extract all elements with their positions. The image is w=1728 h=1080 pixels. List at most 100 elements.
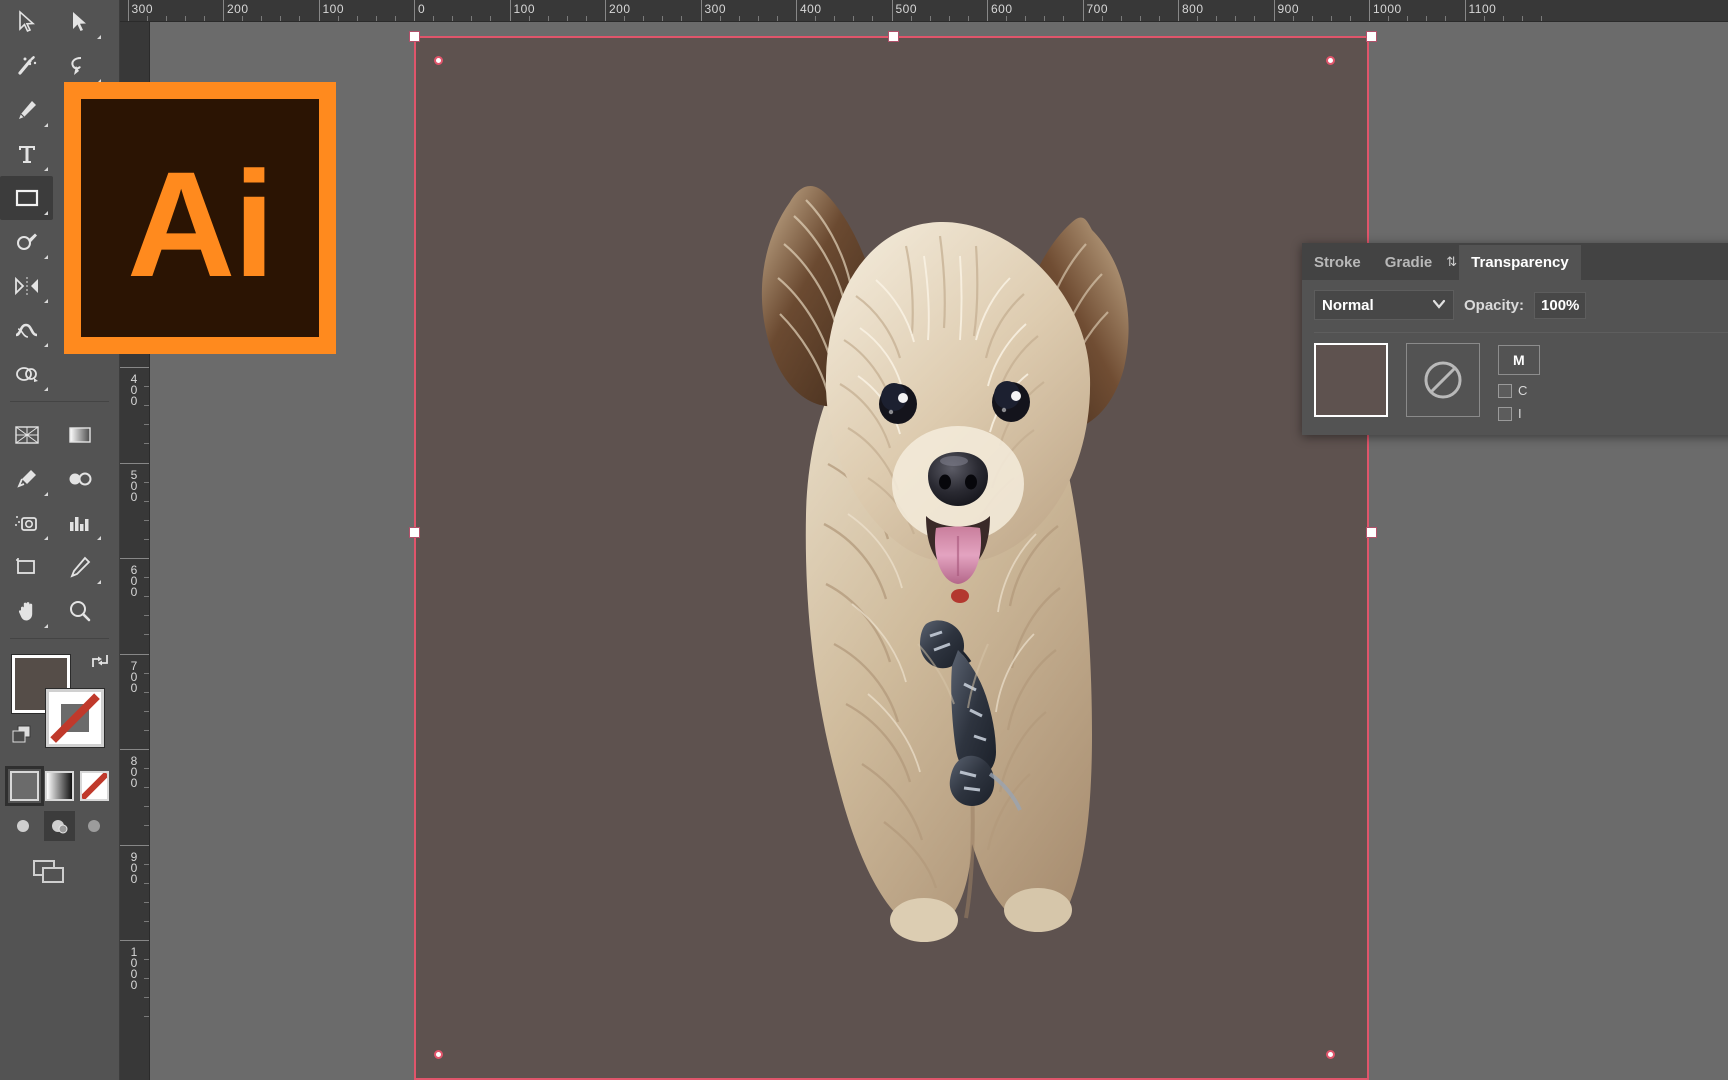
ruler-tick-label: 300 (704, 2, 727, 16)
ruler-tick-v: 500 (120, 462, 149, 501)
type-tool[interactable] (0, 132, 53, 176)
shape-builder-tool[interactable] (0, 352, 53, 396)
swap-fill-stroke-icon[interactable] (89, 651, 111, 671)
ruler-minor-tick-h (203, 16, 205, 21)
ruler-tick-label: 700 (1086, 2, 1109, 16)
canvas-area[interactable] (150, 22, 1728, 1080)
slice-tool[interactable] (53, 545, 106, 589)
none-slash-icon (50, 693, 100, 743)
ruler-tick-label: 300 (131, 2, 154, 16)
hand-tool[interactable] (0, 589, 53, 633)
ruler-tick-label: 500 (895, 2, 918, 16)
stroke-swatch[interactable] (46, 689, 104, 747)
none-mode-button[interactable] (80, 771, 109, 801)
paintbrush-tool[interactable] (0, 220, 53, 264)
drawing-mode-group (0, 801, 119, 841)
tab-stroke[interactable]: Stroke (1302, 245, 1373, 280)
ruler-minor-tick-h (719, 16, 721, 21)
ruler-minor-tick-v (144, 424, 149, 426)
ruler-minor-tick-v (144, 863, 149, 865)
ruler-tick-label: 400 (127, 372, 141, 405)
draw-behind-mode-button[interactable] (43, 811, 76, 841)
chevron-down-icon (1432, 298, 1446, 312)
tab-gradient[interactable]: Gradie (1373, 245, 1445, 280)
illustrator-window: 300 200 100 0 100 200 300 400 500 600 700 800 900 100… (0, 0, 1728, 1080)
zoom-tool[interactable] (53, 589, 106, 633)
clip-checkbox[interactable] (1498, 383, 1512, 398)
ruler-tick-h: 100 (318, 0, 344, 21)
tool-flyout-indicator (44, 343, 48, 347)
live-paint-tool[interactable] (53, 352, 106, 396)
ruler-minor-tick-h (1063, 16, 1065, 21)
ruler-minor-tick-v (144, 710, 149, 712)
blend-tool[interactable] (53, 457, 106, 501)
symbol-sprayer-tool[interactable] (0, 501, 53, 545)
selection-tool[interactable] (0, 0, 53, 44)
ruler-minor-tick-h (1349, 16, 1351, 21)
ruler-tick-h: 0 (414, 0, 425, 21)
opacity-input[interactable]: 100% (1534, 291, 1587, 319)
gradient-tool[interactable] (53, 413, 106, 457)
horizontal-ruler[interactable]: 300 200 100 0 100 200 300 400 500 600 700 800 900 100… (120, 0, 1728, 22)
gradient-mode-button[interactable] (45, 771, 74, 801)
blend-mode-value: Normal (1322, 296, 1374, 314)
panel-thumbnail-row: M C I (1314, 343, 1728, 421)
ruler-tick-label: 500 (127, 467, 141, 501)
ruler-minor-tick-h (948, 16, 950, 21)
clip-checkbox-row[interactable]: C (1498, 383, 1540, 398)
panel-divider (1314, 332, 1728, 333)
ruler-minor-tick-v (144, 672, 149, 674)
ruler-tick-v: 700 (120, 653, 149, 692)
blend-mode-select[interactable]: Normal (1314, 290, 1454, 320)
ruler-tick-h: 800 (1178, 0, 1203, 21)
ruler-minor-tick-h (566, 16, 568, 21)
ruler-tick-label: 700 (127, 658, 141, 692)
normal-screen-mode-button[interactable] (8, 811, 40, 841)
ruler-minor-tick-h (471, 16, 473, 21)
ruler-minor-tick-h (1540, 16, 1542, 21)
direct-selection-tool[interactable] (53, 0, 106, 44)
transparency-panel[interactable]: Stroke Gradie ⇅ Transparency Normal Opac… (1302, 243, 1728, 435)
ruler-minor-tick-h (1120, 16, 1122, 21)
magic-wand-tool[interactable] (0, 44, 53, 88)
ruler-minor-tick-v (144, 596, 149, 598)
artwork-thumbnail[interactable] (1314, 343, 1388, 417)
arrange-documents-icon[interactable] (30, 857, 70, 887)
width-tool[interactable] (0, 308, 53, 352)
make-mask-button[interactable]: M (1498, 345, 1540, 375)
ruler-tick-h: 500 (891, 0, 917, 21)
ruler-tick-label: 0 (418, 2, 426, 16)
ruler-minor-tick-h (184, 16, 186, 21)
mask-controls: M C I (1498, 343, 1540, 421)
tool-flyout-indicator (97, 35, 101, 39)
default-fill-stroke-icon[interactable] (10, 723, 34, 745)
pen-tool[interactable] (0, 88, 53, 132)
draw-inside-mode-button[interactable] (79, 811, 111, 841)
ruler-minor-tick-v (144, 901, 149, 903)
tab-transparency[interactable]: Transparency (1459, 245, 1581, 280)
ruler-tick-h: 200 (223, 0, 248, 21)
mask-thumbnail[interactable] (1406, 343, 1480, 417)
ruler-tick-label: 800 (127, 754, 141, 787)
perspective-grid-tool[interactable] (0, 413, 53, 457)
rotate-tool[interactable] (0, 264, 53, 308)
ruler-minor-tick-h (738, 16, 740, 21)
rectangle-tool[interactable] (0, 176, 53, 220)
ruler-minor-tick-h (681, 16, 683, 21)
ruler-minor-tick-v (144, 920, 149, 922)
ruler-minor-tick-h (853, 16, 855, 21)
ruler-minor-tick-h (242, 16, 244, 21)
invert-checkbox[interactable] (1498, 406, 1512, 421)
illustrator-logo-text: Ai (127, 140, 275, 308)
tool-flyout-indicator (44, 624, 48, 628)
invert-checkbox-row[interactable]: I (1498, 406, 1540, 421)
tool-flyout-indicator (44, 387, 48, 391)
eyedropper-tool[interactable] (0, 457, 53, 501)
dog-illustration[interactable] (688, 84, 1188, 944)
ruler-minor-tick-h (834, 16, 836, 21)
color-mode-button[interactable] (5, 766, 44, 806)
ruler-minor-tick-v (144, 825, 149, 827)
column-graph-tool[interactable] (53, 501, 106, 545)
artboard-tool[interactable] (0, 545, 53, 589)
panel-collapse-icon[interactable]: ⇅ (1444, 254, 1459, 280)
